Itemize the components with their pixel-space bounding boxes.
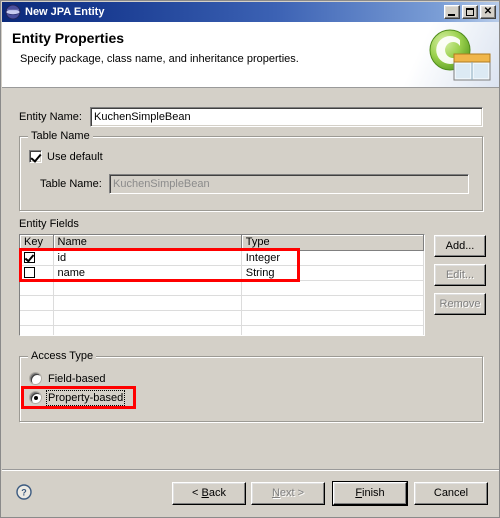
access-type-group: Access Type Field-based Property-based: [19, 350, 483, 422]
table-name-input: KuchenSimpleBean: [109, 174, 469, 194]
row-key-cell[interactable]: [20, 250, 54, 266]
row-type-cell[interactable]: String: [241, 265, 424, 281]
row-name-cell[interactable]: id: [53, 250, 242, 266]
radio-field-based-label: Field-based: [48, 372, 106, 385]
table-row[interactable]: name String: [20, 265, 424, 281]
window-controls: ✕: [444, 5, 496, 19]
table-empty-row: [20, 295, 424, 311]
entity-name-row: Entity Name: KuchenSimpleBean: [19, 107, 483, 127]
help-question-icon[interactable]: ?: [16, 484, 32, 500]
entity-fields-label: Entity Fields: [19, 218, 79, 230]
radio-circle-icon: [29, 372, 42, 385]
empty-cell: [20, 310, 54, 326]
column-header-name[interactable]: Name: [53, 235, 242, 251]
table-empty-row: [20, 325, 424, 335]
back-button-label: < Back: [192, 487, 226, 499]
finish-button-label: Finish: [355, 487, 385, 499]
row-key-cell[interactable]: [20, 265, 54, 281]
add-field-button[interactable]: Add...: [434, 235, 486, 257]
checkbox-box-icon: [29, 150, 42, 163]
use-default-label: Use default: [47, 150, 103, 163]
dialog-footer: ? < Back Next > Finish Cancel: [2, 469, 499, 517]
radio-property-based-label: Property-based: [45, 389, 126, 406]
empty-cell: [20, 295, 54, 311]
empty-cell: [53, 310, 242, 326]
empty-cell: [20, 325, 54, 335]
next-button: Next >: [251, 482, 325, 505]
cancel-button[interactable]: Cancel: [414, 482, 488, 505]
row-key-checkbox-icon[interactable]: [24, 267, 35, 279]
row-type-cell[interactable]: Integer: [241, 250, 424, 266]
page-title: Entity Properties: [12, 30, 125, 46]
next-button-label: Next >: [271, 487, 305, 499]
access-type-group-label: Access Type: [28, 350, 97, 362]
eclipse-globe-icon: [5, 4, 21, 20]
page-subtitle: Specify package, class name, and inherit…: [20, 53, 299, 65]
table-empty-row: [20, 280, 424, 296]
new-jpa-entity-dialog: New JPA Entity ✕ Entity Properties Speci…: [0, 0, 500, 518]
table-name-group: Table Name Use default Table Name: Kuche…: [19, 130, 483, 211]
empty-cell: [241, 295, 424, 311]
close-icon[interactable]: ✕: [480, 5, 496, 19]
table-name-label: Table Name:: [40, 178, 102, 190]
row-key-checkbox-icon[interactable]: [24, 252, 35, 264]
finish-button[interactable]: Finish: [332, 481, 408, 506]
empty-cell: [241, 310, 424, 326]
table-name-row: Table Name: KuchenSimpleBean: [29, 174, 469, 194]
entity-fields-table[interactable]: Key Name Type id Integer name String: [19, 234, 425, 336]
jpa-entity-wizard-icon: [426, 28, 492, 82]
maximize-icon[interactable]: [462, 5, 478, 19]
column-header-type[interactable]: Type: [241, 235, 424, 251]
empty-cell: [53, 295, 242, 311]
table-header-row: Key Name Type: [20, 235, 424, 251]
back-button[interactable]: < Back: [172, 482, 246, 505]
empty-cell: [53, 325, 242, 335]
radio-circle-icon: [29, 391, 42, 404]
svg-text:?: ?: [21, 488, 27, 498]
radio-field-based[interactable]: Field-based: [29, 372, 105, 385]
table-empty-row: [20, 310, 424, 326]
use-default-checkbox[interactable]: Use default: [29, 150, 103, 163]
wizard-banner: Entity Properties Specify package, class…: [2, 22, 499, 88]
entity-name-input[interactable]: KuchenSimpleBean: [90, 107, 483, 127]
row-name-cell[interactable]: name: [53, 265, 242, 281]
table-row[interactable]: id Integer: [20, 250, 424, 266]
window-title: New JPA Entity: [25, 6, 105, 18]
empty-cell: [241, 280, 424, 296]
radio-property-based[interactable]: Property-based: [29, 389, 126, 406]
remove-field-button: Remove: [434, 293, 486, 315]
edit-field-button: Edit...: [434, 264, 486, 286]
table-name-group-label: Table Name: [28, 130, 93, 142]
empty-cell: [20, 280, 54, 296]
title-bar[interactable]: New JPA Entity ✕: [2, 2, 499, 22]
entity-name-label: Entity Name:: [19, 111, 82, 123]
empty-cell: [241, 325, 424, 335]
dialog-content: Entity Name: KuchenSimpleBean Table Name…: [2, 88, 499, 469]
column-header-key[interactable]: Key: [20, 235, 54, 251]
finish-button-inner: Finish: [333, 482, 407, 505]
empty-cell: [53, 280, 242, 296]
minimize-icon[interactable]: [444, 5, 460, 19]
